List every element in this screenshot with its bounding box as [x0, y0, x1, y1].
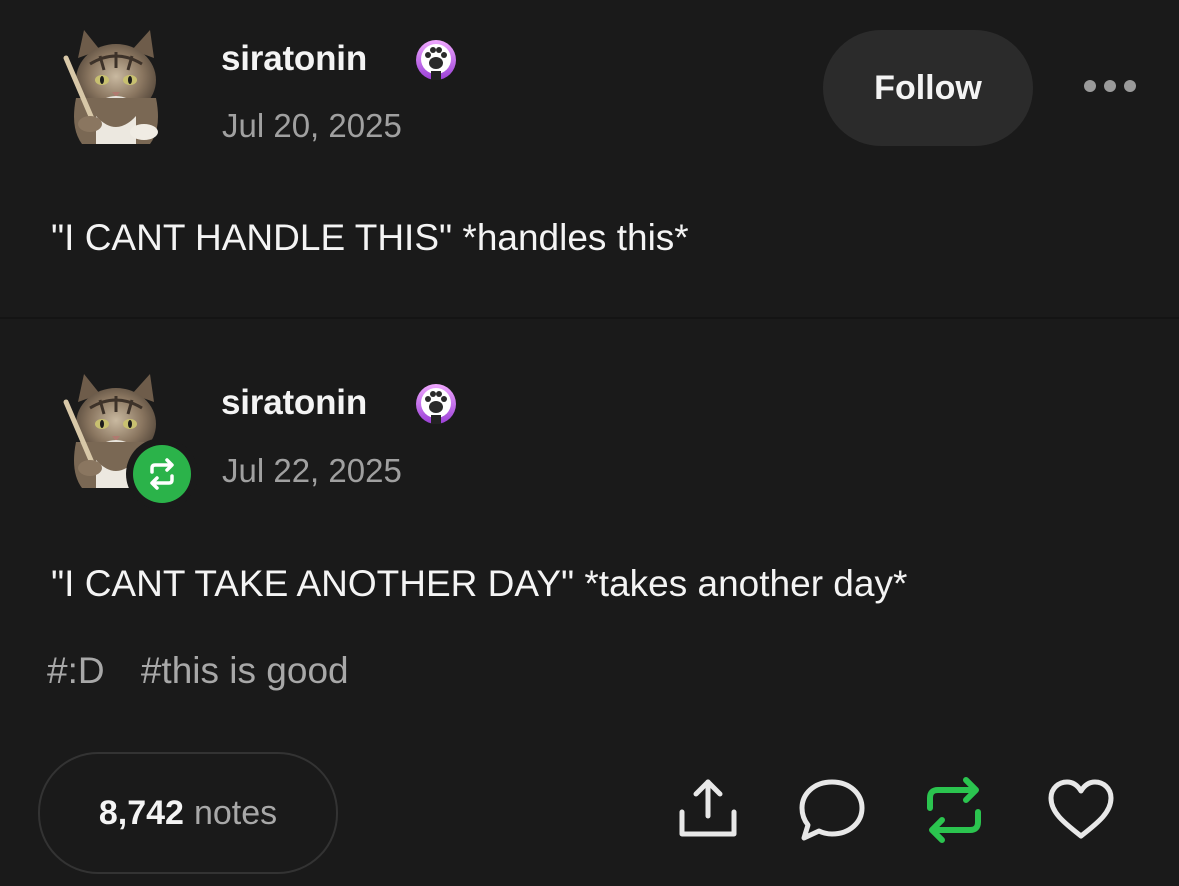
paw-badge-icon — [414, 382, 458, 426]
more-options-icon[interactable] — [1080, 73, 1140, 99]
post-divider — [0, 317, 1179, 319]
follow-button[interactable]: Follow — [823, 30, 1033, 146]
reply-icon[interactable] — [794, 772, 870, 848]
notes-button[interactable]: 8,742 notes — [38, 752, 338, 874]
tag[interactable]: #this is good — [141, 650, 349, 691]
paw-badge-icon — [414, 38, 458, 82]
original-post: siratonin Jul 20, 2025 Follow "I CANT HA… — [0, 0, 1179, 318]
heart-icon[interactable] — [1043, 772, 1119, 848]
post-body: "I CANT HANDLE THIS" *handles this* — [51, 217, 689, 258]
post-date[interactable]: Jul 20, 2025 — [222, 107, 402, 145]
share-icon[interactable] — [670, 772, 746, 848]
reblog-badge — [126, 438, 198, 510]
reblog-post: siratonin Jul 22, 2025 "I CANT TAKE ANOT… — [0, 320, 1179, 886]
username[interactable]: siratonin — [221, 39, 367, 79]
tag[interactable]: #:D — [47, 650, 105, 691]
tag-list: #:D #this is good — [47, 650, 375, 692]
reblog-icon[interactable] — [916, 772, 992, 848]
avatar[interactable] — [60, 28, 172, 148]
notes-label: notes — [193, 793, 278, 832]
notes-count: 8,742 — [98, 793, 184, 832]
post-date[interactable]: Jul 22, 2025 — [222, 452, 402, 490]
post-body: "I CANT TAKE ANOTHER DAY" *takes another… — [51, 563, 908, 604]
username[interactable]: siratonin — [221, 383, 367, 423]
reblog-badge-icon — [150, 458, 174, 490]
